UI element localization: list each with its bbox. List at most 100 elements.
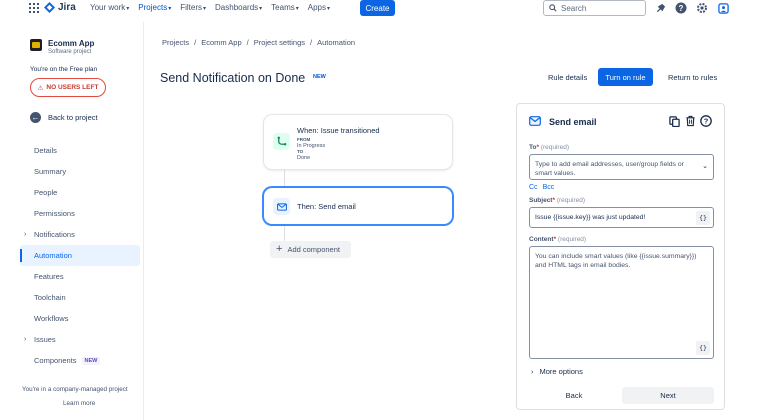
nav-filters[interactable]: Filters▾ — [180, 3, 206, 12]
page-title: Send Notification on Done — [160, 71, 306, 85]
trigger-title: When: Issue transitioned — [297, 126, 380, 135]
return-to-rules-button[interactable]: Return to rules — [668, 73, 717, 82]
chevron-down-icon: ▾ — [259, 6, 263, 12]
nav-apps[interactable]: Apps▾ — [308, 3, 330, 12]
chevron-right-icon: › — [24, 231, 27, 238]
send-email-panel: Send email ? To* (required) Type to add … — [516, 103, 725, 410]
to-label: To* (required) — [529, 144, 569, 151]
sidebar-item-permissions[interactable]: Permissions — [20, 203, 140, 224]
notifications-icon[interactable] — [654, 2, 666, 14]
add-component-label: Add component — [287, 245, 340, 254]
email-icon — [529, 116, 541, 128]
to-field[interactable]: Type to add email addresses, user/group … — [529, 154, 714, 180]
smart-value-button[interactable]: {} — [696, 211, 710, 225]
delete-icon[interactable] — [684, 115, 696, 127]
nav-your-work[interactable]: Your work▾ — [90, 3, 129, 12]
sidebar-item-automation[interactable]: Automation — [20, 245, 140, 266]
cc-bcc-links: Cc Bcc — [529, 184, 554, 191]
next-button[interactable]: Next — [622, 387, 714, 404]
breadcrumb-automation[interactable]: Automation — [317, 38, 355, 47]
search-placeholder: Search — [561, 3, 587, 13]
svg-text:?: ? — [679, 4, 684, 13]
chevron-down-icon: ▾ — [295, 6, 299, 12]
sidebar-item-issues[interactable]: › Issues — [20, 329, 140, 350]
plan-text: You're on the Free plan — [30, 66, 98, 73]
sidebar-item-workflows[interactable]: Workflows — [20, 308, 140, 329]
users-left-label: NO USERS LEFT — [46, 84, 99, 91]
jira-logo-icon — [44, 2, 55, 13]
sidebar-item-summary[interactable]: Summary — [20, 161, 140, 182]
project-name: Ecomm App — [48, 39, 95, 48]
panel-actions: ? — [668, 115, 712, 127]
more-options-toggle[interactable]: › More options — [531, 367, 583, 376]
transition-icon — [273, 133, 290, 150]
more-options-label: More options — [539, 367, 583, 376]
back-button[interactable]: Back — [529, 387, 619, 404]
company-managed-text: You're in a company-managed project — [22, 386, 128, 393]
action-node[interactable]: Then: Send email — [264, 188, 452, 224]
smart-value-button[interactable]: {} — [696, 341, 710, 355]
add-component-button[interactable]: + Add component — [270, 241, 351, 258]
back-to-project-button[interactable]: ← Back to project — [30, 112, 98, 123]
panel-header: Send email — [529, 116, 597, 128]
sidebar-item-toolchain[interactable]: Toolchain — [20, 287, 140, 308]
search-input[interactable]: Search — [543, 0, 646, 16]
chevron-down-icon: ▾ — [203, 6, 207, 12]
subject-field[interactable]: Issue {{issue.key}} was just updated! {} — [529, 207, 714, 228]
trigger-node[interactable]: When: Issue transitioned FROM In Progres… — [264, 115, 452, 169]
svg-text:?: ? — [704, 117, 709, 126]
to-placeholder: Type to add email addresses, user/group … — [535, 161, 684, 177]
turn-on-rule-button[interactable]: Turn on rule — [598, 68, 653, 86]
settings-nav: Details Summary People Permissions › Noti… — [20, 140, 140, 371]
chevron-right-icon: › — [24, 336, 27, 343]
search-icon — [549, 4, 557, 12]
breadcrumb-separator: / — [194, 38, 197, 47]
sidebar-item-details[interactable]: Details — [20, 140, 140, 161]
chevron-down-icon: ▾ — [326, 6, 330, 12]
bcc-link[interactable]: Bcc — [543, 184, 555, 191]
new-badge: NEW — [81, 356, 101, 365]
app-switcher-icon[interactable] — [29, 3, 39, 13]
breadcrumb-projects[interactable]: Projects — [162, 38, 189, 47]
trigger-details: FROM In Progress TO Done — [297, 137, 325, 161]
profile-icon[interactable] — [717, 2, 729, 14]
learn-more-link[interactable]: Learn more — [63, 400, 95, 407]
content-field[interactable]: You can include smart values (like {{iss… — [529, 246, 714, 359]
rule-details-button[interactable]: Rule details — [548, 73, 587, 82]
primary-nav: Your work▾ Projects▾ Filters▾ Dashboards… — [90, 3, 330, 12]
breadcrumb: Projects / Ecomm App / Project settings / A… — [162, 38, 355, 47]
project-avatar — [30, 39, 42, 51]
help-icon[interactable]: ? — [675, 2, 687, 14]
content-label: Content* (required) — [529, 236, 587, 243]
help-icon[interactable]: ? — [700, 115, 712, 127]
nav-projects[interactable]: Projects▾ — [138, 3, 171, 12]
product-name: Jira — [58, 2, 76, 13]
duplicate-icon[interactable] — [668, 115, 680, 127]
new-badge: NEW — [313, 74, 326, 80]
project-header[interactable]: Ecomm App Software project — [30, 39, 94, 55]
cc-link[interactable]: Cc — [529, 184, 538, 191]
sidebar-item-notifications[interactable]: › Notifications — [20, 224, 140, 245]
project-sidebar: Ecomm App Software project You're on the… — [0, 22, 144, 420]
breadcrumb-project[interactable]: Ecomm App — [201, 38, 241, 47]
create-button[interactable]: Create — [360, 0, 395, 16]
action-title: Then: Send email — [297, 202, 356, 211]
breadcrumb-settings[interactable]: Project settings — [254, 38, 305, 47]
plus-icon: + — [276, 243, 283, 255]
subject-label: Subject* (required) — [529, 197, 586, 204]
jira-logo[interactable]: Jira — [44, 2, 76, 13]
nav-dashboards[interactable]: Dashboards▾ — [215, 3, 262, 12]
sidebar-item-features[interactable]: Features — [20, 266, 140, 287]
sidebar-item-people[interactable]: People — [20, 182, 140, 203]
chevron-down-icon[interactable]: ⌄ — [702, 162, 708, 171]
content-placeholder: You can include smart values (like {{iss… — [535, 253, 697, 269]
warning-icon: ⚠ — [37, 84, 44, 92]
nav-teams[interactable]: Teams▾ — [271, 3, 299, 12]
arrow-left-icon: ← — [30, 112, 41, 123]
no-users-left-button[interactable]: ⚠ NO USERS LEFT — [30, 78, 106, 97]
chevron-down-icon: ▾ — [168, 6, 172, 12]
sidebar-item-components[interactable]: Components NEW — [20, 350, 140, 371]
settings-icon[interactable] — [696, 2, 708, 14]
panel-title: Send email — [549, 117, 597, 127]
chevron-right-icon: › — [531, 367, 534, 376]
